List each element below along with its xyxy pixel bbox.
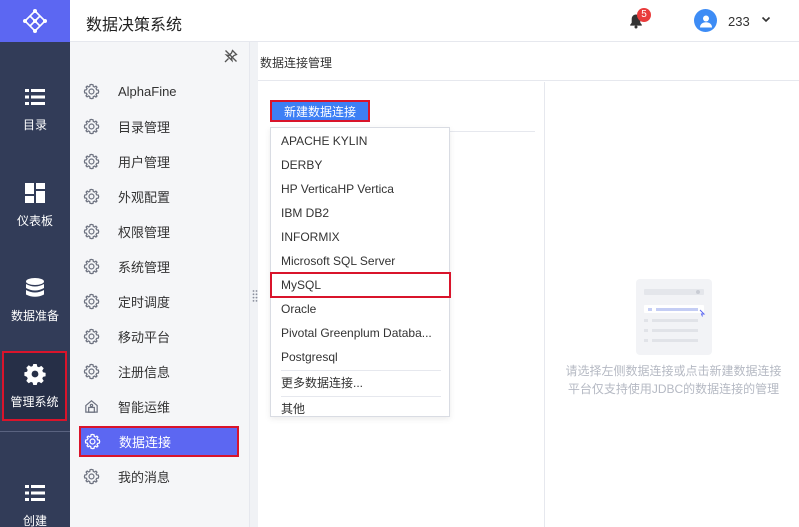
connection-list-pane: 新建数据连接 APACHE KYLIN DERBY HP VerticaHP Ver… — [258, 82, 545, 527]
gear-icon — [23, 363, 46, 385]
gear-outline-icon — [83, 363, 100, 379]
connection-type-option[interactable]: HP VerticaHP Vertica — [281, 177, 443, 201]
submenu-item[interactable]: 定时调度 — [80, 286, 239, 316]
connection-type-option[interactable]: Pivotal Greenplum Databa... — [281, 321, 443, 345]
page-title: 数据连接管理 — [260, 56, 333, 70]
rail-item-create[interactable]: 创建 — [0, 470, 70, 527]
submenu-item[interactable]: 注册信息 — [80, 356, 239, 386]
submenu-item[interactable]: 智能运维 — [80, 391, 239, 421]
list-icon — [25, 88, 45, 105]
gear-outline-icon — [83, 83, 100, 99]
rail-divider — [0, 431, 70, 432]
rail-item-catalog[interactable]: 目录 — [0, 74, 70, 144]
gear-outline-icon — [83, 118, 100, 134]
rail-item-label: 仪表板 — [16, 213, 53, 228]
submenu-item[interactable]: 用户管理 — [80, 146, 239, 176]
submenu-item-label: 目录管理 — [118, 119, 171, 135]
gear-outline-icon — [84, 433, 101, 450]
empty-state-text: 请选择左侧数据连接或点击新建数据连接 平台仅支持使用JDBC的数据连接的管理 — [548, 362, 799, 398]
submenu-item-label: 外观配置 — [118, 189, 171, 205]
submenu-item-label: 智能运维 — [118, 399, 171, 415]
primary-nav-rail: 目录 仪表板 数据准备 管理系统 创建 — [0, 0, 70, 527]
gear-outline-icon — [83, 153, 100, 169]
submenu-item[interactable]: 系统管理 — [80, 251, 239, 281]
rail-item-data-prep[interactable]: 数据准备 — [0, 265, 70, 335]
empty-state-line: 请选择左侧数据连接或点击新建数据连接 — [565, 364, 782, 378]
content-area: 数据连接管理 新建数据连接 APACHE KYLIN DERBY HP Vertic… — [258, 42, 799, 527]
connection-type-option[interactable]: 更多数据连接... — [281, 371, 443, 395]
connection-type-option[interactable]: Microsoft SQL Server — [281, 249, 443, 273]
empty-state: 请选择左侧数据连接或点击新建数据连接 平台仅支持使用JDBC的数据连接的管理 — [548, 82, 799, 527]
submenu-item-label: 注册信息 — [118, 364, 171, 380]
app-title: 数据决策系统 — [86, 17, 183, 34]
connection-type-option[interactable]: DERBY — [281, 153, 443, 177]
connection-type-dropdown: APACHE KYLIN DERBY HP VerticaHP Vertica IBM… — [270, 127, 451, 417]
gear-outline-icon — [83, 223, 100, 239]
submenu-item-label: 系统管理 — [118, 259, 171, 275]
avatar[interactable] — [694, 9, 717, 32]
chevron-down-icon[interactable] — [760, 13, 772, 25]
empty-state-line: 平台仅支持使用JDBC的数据连接的管理 — [567, 382, 780, 396]
ops-icon — [85, 399, 98, 413]
submenu-item-label: 权限管理 — [118, 224, 171, 240]
pin-icon[interactable] — [223, 48, 239, 64]
gear-outline-icon — [83, 188, 100, 204]
username[interactable]: 233 — [728, 14, 750, 29]
rail-item-label: 管理系统 — [10, 394, 59, 409]
content-title-bar: 数据连接管理 — [258, 42, 799, 81]
gear-outline-icon — [83, 468, 100, 484]
top-header: 数据决策系统 5 233 — [70, 0, 799, 42]
empty-state-illustration-icon — [636, 279, 712, 355]
submenu-item[interactable]: 数据连接 — [79, 426, 239, 457]
submenu-item-label: 我的消息 — [118, 469, 171, 485]
connection-type-option[interactable]: APACHE KYLIN — [281, 129, 443, 153]
submenu-item-label: 定时调度 — [118, 294, 171, 310]
submenu-item[interactable]: AlphaFine — [80, 76, 239, 106]
database-icon — [26, 277, 44, 297]
submenu-item[interactable]: 移动平台 — [80, 321, 239, 351]
rail-item-dashboard[interactable]: 仪表板 — [0, 170, 70, 240]
connection-type-option[interactable]: IBM DB2 — [281, 201, 443, 225]
connection-type-option[interactable]: INFORMIX — [281, 225, 443, 249]
connection-type-option[interactable]: Postgresql — [281, 345, 443, 369]
submenu-item-label: 移动平台 — [118, 329, 171, 345]
dashboard-icon — [25, 182, 45, 203]
submenu-item-label: 数据连接 — [119, 435, 172, 450]
app-logo[interactable] — [0, 0, 70, 42]
notification-badge: 5 — [637, 8, 651, 22]
logo-icon — [23, 9, 47, 33]
new-connection-button[interactable]: 新建数据连接 — [270, 100, 370, 122]
connection-type-option[interactable]: MySQL — [270, 272, 451, 298]
gear-outline-icon — [83, 258, 100, 274]
list-icon — [25, 484, 45, 501]
submenu-item[interactable]: 外观配置 — [80, 181, 239, 211]
submenu-item-label: 用户管理 — [118, 154, 171, 170]
rail-item-label: 数据准备 — [10, 308, 59, 323]
rail-item-label: 创建 — [22, 513, 47, 527]
submenu-item[interactable]: 权限管理 — [80, 216, 239, 246]
connection-type-option[interactable]: 其他 — [281, 397, 443, 421]
submenu-item-label: AlphaFine — [118, 83, 177, 99]
gear-outline-icon — [83, 328, 100, 344]
submenu-item[interactable]: 我的消息 — [80, 461, 239, 491]
admin-submenu: AlphaFine 目录管理用户管理外观配置权限管理系统管理定时调度移动平台注册信… — [70, 42, 250, 527]
user-icon — [699, 15, 712, 27]
connection-type-option[interactable]: Oracle — [281, 297, 443, 321]
rail-item-label: 目录 — [22, 117, 47, 132]
submenu-item[interactable]: 目录管理 — [80, 111, 239, 141]
rail-item-admin[interactable]: 管理系统 — [2, 351, 67, 421]
gear-outline-icon — [83, 293, 100, 309]
